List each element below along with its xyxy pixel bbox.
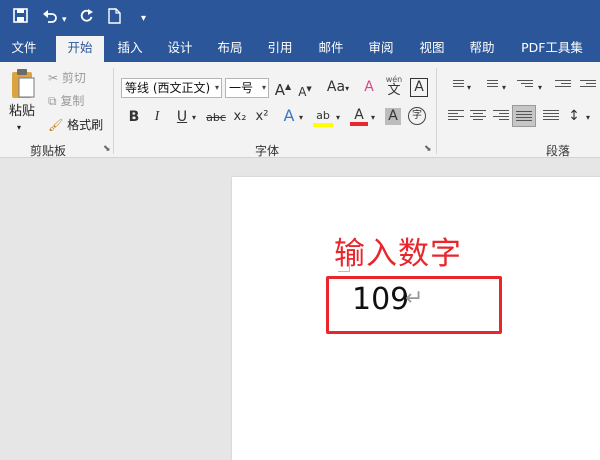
tab-file[interactable]: 文件 [4,34,44,62]
justify-button[interactable] [512,105,536,127]
tab-help[interactable]: 帮助 [462,34,502,62]
highlighter-icon: ab [316,109,330,122]
underline-button[interactable]: U [175,108,189,126]
font-name-select[interactable]: 等线 (西文正文) ▾ [121,78,222,98]
redo-icon[interactable] [79,8,94,27]
underline-dropdown-icon[interactable]: ▾ [190,109,198,127]
tab-review[interactable]: 审阅 [361,34,401,62]
character-border-icon: A [414,79,424,95]
clear-format-button[interactable]: A [361,78,377,96]
character-shading-button[interactable]: A [385,108,401,125]
highlight-color-bar [313,123,333,127]
text-effects-icon: A [283,106,295,125]
grow-font-icon: A [274,81,286,99]
bullets-dropdown-icon[interactable]: ▾ [465,79,473,97]
format-painter-button[interactable]: 🖌 格式刷 [48,117,103,133]
highlight-dropdown-icon[interactable]: ▾ [334,109,342,127]
clipboard-group-label: 剪贴板 [30,144,67,158]
justify-icon [516,111,532,125]
font-color-dropdown-icon[interactable]: ▾ [369,109,377,127]
title-bar: ▾ ▾ [0,0,600,34]
tab-insert[interactable]: 插入 [110,34,150,62]
copy-icon: ⧉ [48,94,57,108]
increase-indent-icon[interactable] [580,80,596,94]
copy-label: 复制 [60,94,85,108]
font-color-icon: A [354,107,364,123]
copy-button[interactable]: ⧉ 复制 [48,93,84,109]
tab-home[interactable]: 开始 [56,36,104,62]
ribbon: 粘贴 ▾ ✂ 剪切 ⧉ 复制 🖌 格式刷 剪贴板 ⬊ 等线 (西文正文) ▾ 一… [0,62,600,158]
clear-format-icon: A [364,79,374,95]
annotation-label: 输入数字 [334,236,462,272]
tab-design[interactable]: 设计 [160,34,200,62]
bold-button[interactable]: B [127,108,141,126]
highlight-button[interactable]: ab [313,106,333,127]
paste-button[interactable] [10,68,36,104]
numbering-icon[interactable] [482,80,498,94]
multilevel-list-icon[interactable] [517,80,533,94]
line-spacing-dropdown-icon[interactable]: ▾ [584,109,592,127]
paste-dropdown-icon[interactable]: ▾ [17,120,21,136]
phonetic-guide-button[interactable]: wén 文 [384,74,404,98]
character-border-button[interactable]: A [410,78,428,97]
paintbrush-icon: 🖌 [48,118,64,132]
tab-view[interactable]: 视图 [412,34,452,62]
chevron-down-icon: ▾ [261,83,266,92]
change-case-icon: Aa [326,79,346,95]
clipboard-icon [12,69,35,98]
format-painter-label: 格式刷 [67,118,104,132]
numbering-dropdown-icon[interactable]: ▾ [500,79,508,97]
bullets-icon[interactable] [448,80,464,94]
character-shading-icon: A [388,108,398,124]
subscript-button[interactable]: x₂ [232,108,248,126]
change-case-button[interactable]: Aa▾ [322,78,354,98]
tab-pdf-tools[interactable]: PDF工具集 [514,34,590,62]
font-group-label: 字体 [255,144,280,158]
paragraph-mark-icon: ↵ [405,286,424,311]
scissors-icon: ✂ [48,71,59,85]
superscript-button[interactable]: x² [254,108,270,126]
text-effects-button[interactable]: A [281,107,297,125]
distributed-icon[interactable] [543,110,559,124]
shrink-font-button[interactable]: A▼ [296,80,314,101]
line-spacing-icon[interactable]: ↕ [566,107,582,125]
group-divider [436,68,437,154]
grow-font-button[interactable]: A▲ [273,78,293,99]
chevron-down-icon: ▾ [214,83,219,92]
text-effects-dropdown-icon[interactable]: ▾ [297,109,305,127]
clipboard-launcher-icon[interactable]: ⬊ [103,144,111,154]
phonetic-guide-icon: 文 [387,83,401,98]
tab-references[interactable]: 引用 [260,34,300,62]
decrease-indent-icon[interactable] [555,80,571,94]
document-text[interactable]: 109 [352,282,409,317]
font-launcher-icon[interactable]: ⬊ [424,144,432,154]
ribbon-tabs: 文件 开始 插入 设计 布局 引用 邮件 审阅 视图 帮助 PDF工具集 [0,34,600,62]
strikethrough-button[interactable]: abc [205,109,227,127]
tab-mailings[interactable]: 邮件 [311,34,351,62]
cut-label: 剪切 [61,71,86,85]
paste-label[interactable]: 粘贴 [9,104,35,120]
enclose-characters-button[interactable]: 字 [408,107,426,125]
font-color-button[interactable]: A [350,106,368,126]
customize-toolbar-icon[interactable]: ▾ [141,10,146,28]
group-divider [113,68,114,154]
cut-button[interactable]: ✂ 剪切 [48,70,86,86]
font-size-value: 一号 [229,81,254,95]
align-right-icon[interactable] [493,110,509,124]
font-size-select[interactable]: 一号 ▾ [225,78,269,98]
align-left-icon[interactable] [448,110,464,124]
align-center-icon[interactable] [470,110,486,124]
save-icon[interactable] [13,8,28,27]
paragraph-group-label: 段落 [546,144,571,158]
undo-icon[interactable] [42,8,58,27]
new-document-icon[interactable] [108,8,121,28]
italic-button[interactable]: I [151,108,163,126]
enclose-characters-icon: 字 [412,110,422,121]
font-name-value: 等线 (西文正文) [125,81,211,95]
tab-layout[interactable]: 布局 [210,34,250,62]
multilevel-dropdown-icon[interactable]: ▾ [536,79,544,97]
undo-dropdown-icon[interactable]: ▾ [62,11,67,29]
